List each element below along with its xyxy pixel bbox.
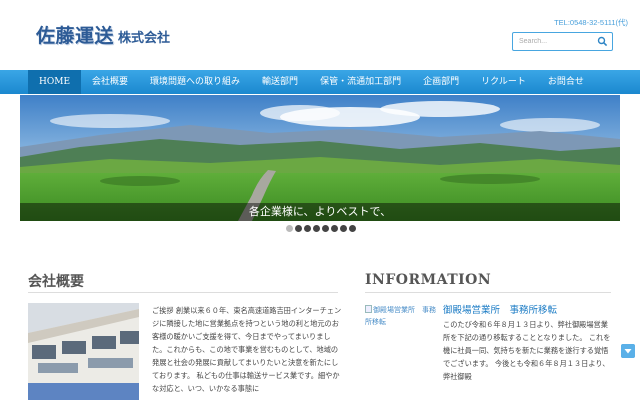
slider-dot[interactable] [340, 225, 347, 232]
search-input[interactable] [513, 33, 597, 50]
scroll-to-top-icon[interactable] [621, 344, 635, 358]
nav-company[interactable]: 会社概要 [81, 70, 139, 94]
info-divider [365, 292, 611, 293]
slider-pagination [286, 225, 356, 232]
info-image-alt: 御殿場営業所 事務所移転 [365, 306, 436, 326]
nav-home[interactable]: HOME [28, 70, 82, 94]
nav-recruit[interactable]: リクルート [470, 70, 537, 94]
hero-caption: 各企業様に、よりベストで、 [20, 203, 620, 221]
logo-company-name: 佐藤運送 [36, 25, 115, 47]
image-placeholder-icon [365, 305, 372, 313]
info-post-excerpt: このたび令和６年８月１３日より、弊社御殿場営業所を下記の通り移転することとなりま… [443, 320, 611, 381]
info-broken-image[interactable]: 御殿場営業所 事務所移転 [365, 304, 437, 328]
nav-transport[interactable]: 輸送部門 [251, 70, 309, 94]
about-divider [28, 292, 338, 293]
hero-slider[interactable]: 各企業様に、よりベストで、 [20, 95, 620, 221]
search-icon[interactable] [597, 36, 608, 47]
slider-dot[interactable] [295, 225, 302, 232]
info-section-title: INFORMATION [365, 272, 492, 288]
site-header: 佐藤運送 株式会社 TEL:0548-32-5111(代) [0, 0, 640, 70]
info-post-link[interactable]: 御殿場営業所 事務所移転 [443, 302, 557, 316]
site-logo[interactable]: 佐藤運送 株式会社 [36, 22, 170, 48]
main-nav: HOME 会社概要 環境問題への取り組み 輸送部門 保管・流通加工部門 企画部門… [0, 70, 640, 94]
slider-dot[interactable] [313, 225, 320, 232]
about-text: ご挨拶 創業以来６０年、東名高速道路吉田インターチェンジに隣接した地に営業拠点を… [152, 306, 342, 393]
slider-dot[interactable] [331, 225, 338, 232]
logo-company-type: 株式会社 [118, 31, 171, 46]
nav-storage[interactable]: 保管・流通加工部門 [309, 70, 412, 94]
slider-dot[interactable] [349, 225, 356, 232]
phone-number: TEL:0548-32-5111(代) [554, 18, 628, 27]
company-building-photo [28, 303, 139, 400]
nav-planning[interactable]: 企画部門 [412, 70, 470, 94]
slider-dot[interactable] [304, 225, 311, 232]
slider-dot[interactable] [322, 225, 329, 232]
search-box [512, 32, 613, 51]
slider-dot[interactable] [286, 225, 293, 232]
about-section-title: 会社概要 [28, 274, 84, 290]
nav-environment[interactable]: 環境問題への取り組み [139, 70, 251, 94]
nav-contact[interactable]: お問合せ [537, 70, 595, 94]
